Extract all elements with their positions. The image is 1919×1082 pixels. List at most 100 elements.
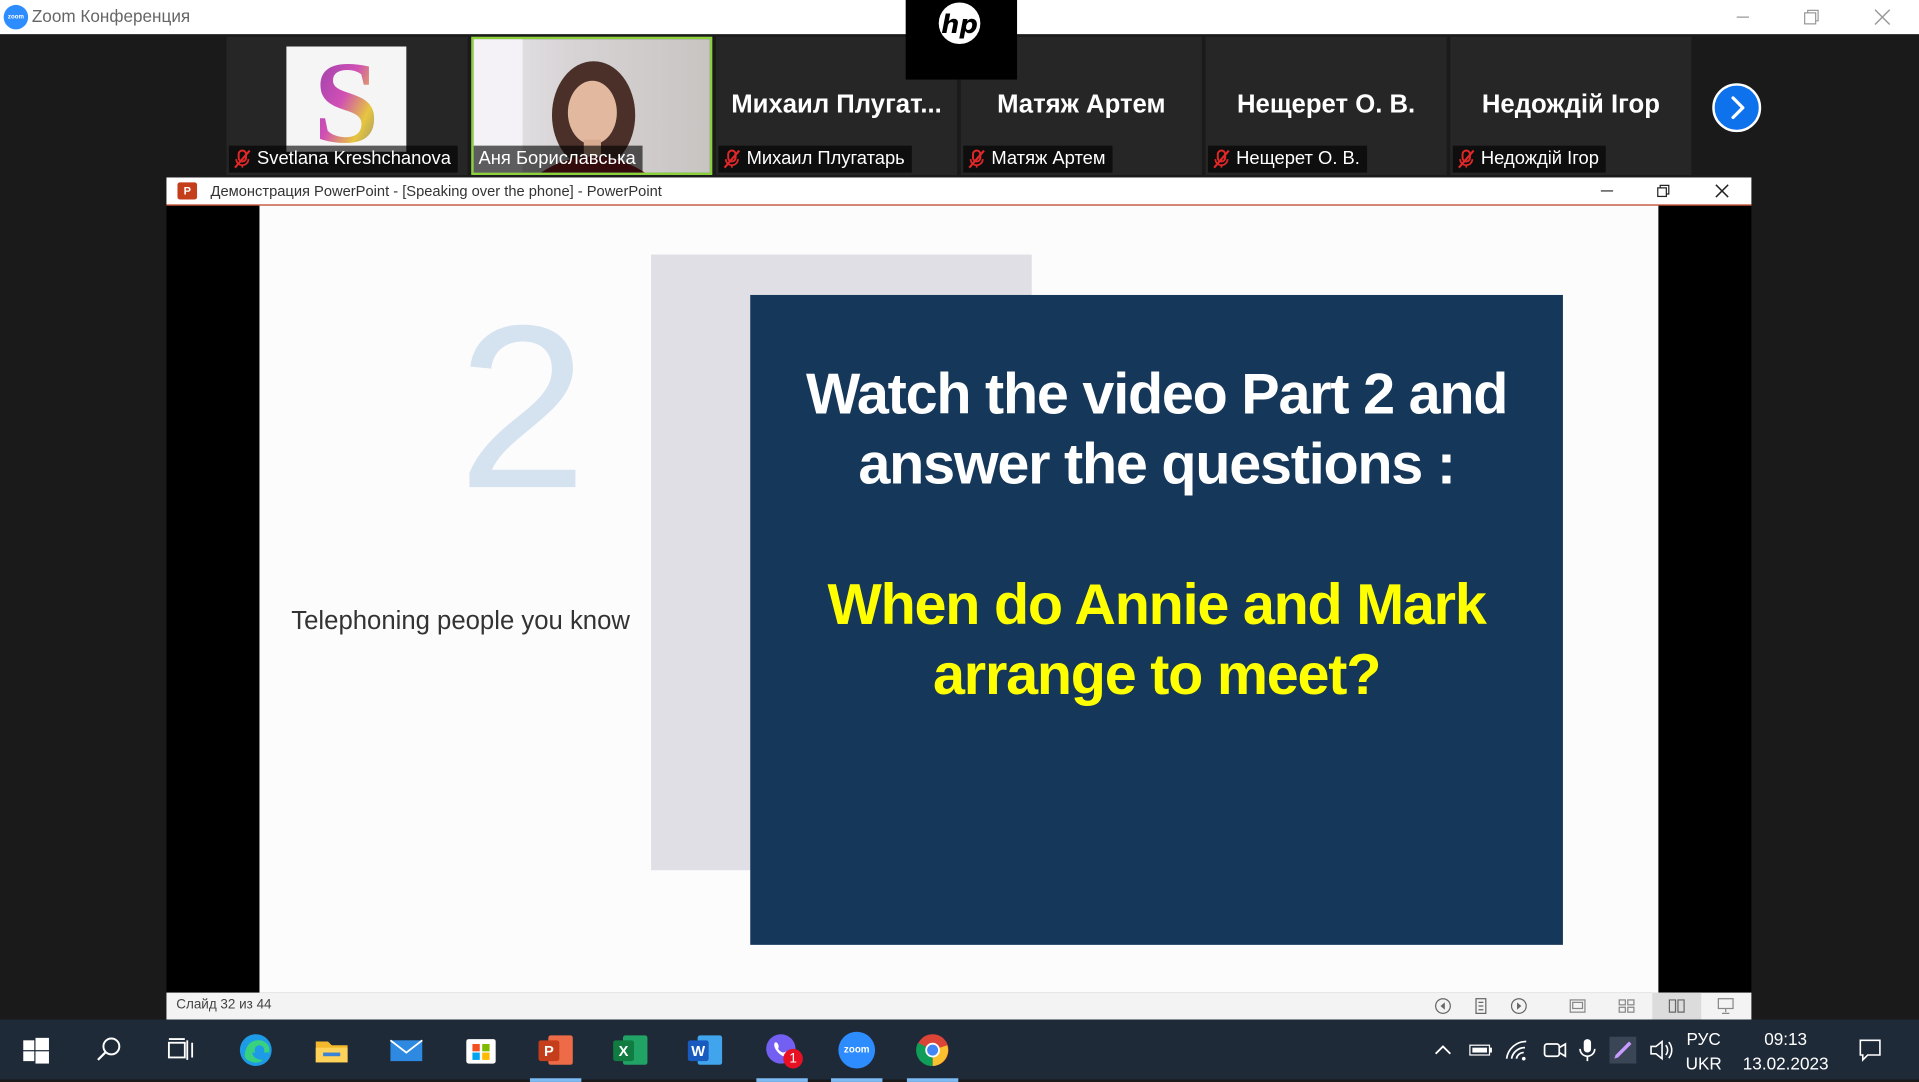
close-icon (1874, 9, 1891, 25)
excel-icon: X (613, 1035, 648, 1065)
ppt-restore-button[interactable] (1635, 177, 1691, 204)
chevron-right-icon (1731, 96, 1745, 120)
volume-icon[interactable] (1647, 1038, 1674, 1062)
word-taskbar-button[interactable]: W (684, 1029, 726, 1071)
participant-label: Аня Бориславська (473, 145, 644, 173)
svg-text:hp: hp (941, 10, 978, 40)
participant-tile[interactable]: Аня Бориславська (471, 36, 713, 176)
viber-taskbar-button[interactable]: 1 (756, 1029, 808, 1082)
zoom-window-title: Zoom Конференция (31, 6, 191, 26)
ppt-close-button[interactable] (1694, 177, 1750, 204)
close-icon (1715, 184, 1729, 198)
minimize-icon (1600, 190, 1614, 192)
edge-taskbar-button[interactable] (235, 1029, 277, 1071)
close-button[interactable] (1848, 0, 1917, 34)
participant-label: Svetlana Kreshchanova (228, 145, 459, 173)
clock-time: 09:13 (1764, 1029, 1808, 1049)
word-icon: W (687, 1035, 723, 1065)
slide-menu-icon[interactable] (1471, 996, 1491, 1016)
excel-taskbar-button[interactable]: X (610, 1029, 652, 1071)
slide-counter: Слайд 32 из 44 (176, 997, 272, 1013)
explorer-taskbar-button[interactable] (311, 1029, 353, 1071)
participant-display-name: Недождій Ігор (1481, 90, 1660, 119)
participant-name: Аня Бориславська (478, 148, 636, 169)
participant-display-name: Нещерет О. В. (1236, 90, 1416, 119)
slide-question: When do Annie and Mark arrange to meet? (750, 569, 1563, 709)
slide: 2 Telephoning people you know Watch the … (259, 205, 1659, 993)
folder-icon (315, 1041, 348, 1063)
wifi-icon[interactable] (1504, 1038, 1531, 1062)
zoom-app-icon: zoom (838, 1031, 876, 1069)
powerpoint-status-bar: Слайд 32 из 44 (166, 992, 1752, 1020)
participant-name: Михаил Плугатарь (746, 148, 905, 169)
powerpoint-app-icon: P (538, 1035, 573, 1065)
powerpoint-icon: P (177, 182, 198, 200)
search-icon (97, 1037, 121, 1061)
participant-name: Svetlana Kreshchanova (257, 148, 451, 169)
slide-show-icon[interactable] (1716, 996, 1736, 1016)
store-taskbar-button[interactable] (460, 1029, 502, 1071)
hp-camera-overlay: hp (905, 0, 1018, 80)
edge-icon (239, 1034, 272, 1067)
powerpoint-taskbar-button[interactable]: P (529, 1029, 582, 1082)
normal-view-icon[interactable] (1568, 996, 1588, 1016)
avatar: S (286, 38, 407, 168)
microphone-icon[interactable] (1576, 1037, 1598, 1064)
battery-icon[interactable] (1467, 1039, 1494, 1061)
pen-icon[interactable] (1609, 1036, 1637, 1064)
zoom-logo-icon: zoom (3, 4, 29, 30)
slide-question-line: arrange to meet? (933, 641, 1381, 707)
search-button[interactable] (88, 1029, 130, 1071)
store-icon (466, 1039, 496, 1064)
slide-question-box: Watch the video Part 2 and answer the qu… (750, 294, 1563, 945)
powerpoint-window-title: Демонстрация PowerPoint - [Speaking over… (210, 182, 662, 200)
participant-name: Недождій Ігор (1480, 148, 1599, 169)
participant-label: Нещерет О. В. (1207, 145, 1368, 173)
participant-name: Нещерет О. В. (1236, 148, 1360, 169)
participant-display-name: Матяж Артем (997, 90, 1166, 119)
participant-tile[interactable]: Нещерет О. В. Нещерет О. В. (1205, 36, 1447, 176)
windows-start-icon (23, 1037, 49, 1064)
task-view-button[interactable] (160, 1029, 202, 1071)
chrome-icon (916, 1034, 949, 1067)
muted-mic-icon (723, 149, 741, 169)
powerpoint-titlebar: P Демонстрация PowerPoint - [Speaking ov… (166, 177, 1752, 206)
svg-text:W: W (691, 1044, 705, 1060)
zoom-taskbar-button[interactable]: zoom (831, 1029, 883, 1082)
previous-slide-icon[interactable] (1433, 996, 1453, 1016)
hp-logo-icon: hp (938, 2, 981, 45)
muted-mic-icon (1213, 149, 1230, 169)
input-language-bottom: UKR (1685, 1053, 1722, 1074)
chevron-up-icon[interactable] (1432, 1039, 1454, 1061)
slide-heading: Watch the video Part 2 and answer the qu… (750, 359, 1563, 499)
minimize-icon (1736, 16, 1749, 18)
ppt-minimize-button[interactable] (1579, 177, 1635, 204)
start-button[interactable] (15, 1029, 57, 1071)
next-slide-icon[interactable] (1509, 996, 1529, 1016)
notifications-icon[interactable] (1857, 1037, 1884, 1064)
slide-sorter-icon[interactable] (1617, 996, 1637, 1016)
muted-mic-icon (968, 149, 985, 169)
svg-text:P: P (544, 1044, 554, 1060)
reading-view-icon (1668, 999, 1685, 1013)
clock-date: 13.02.2023 (1742, 1053, 1829, 1074)
restore-button[interactable] (1777, 0, 1846, 34)
svg-text:S: S (314, 47, 379, 152)
restore-icon (1804, 9, 1819, 25)
participant-tile[interactable]: Недождій Ігор Недождій Ігор (1450, 36, 1692, 176)
mail-taskbar-button[interactable] (386, 1029, 428, 1071)
task-view-icon (167, 1038, 194, 1060)
input-language[interactable]: РУС UKR (1679, 1027, 1728, 1076)
participant-tile[interactable]: S Svetlana Kreshchanova (226, 36, 468, 176)
mail-icon (389, 1039, 423, 1062)
svg-text:X: X (619, 1044, 629, 1060)
clock[interactable]: 09:13 13.02.2023 (1735, 1027, 1835, 1076)
minimize-button[interactable] (1709, 0, 1778, 34)
camera-icon[interactable] (1541, 1038, 1568, 1062)
participant-display-name: Михаил Плугат... (731, 90, 942, 119)
participant-name: Матяж Артем (991, 148, 1106, 169)
chrome-taskbar-button[interactable] (906, 1029, 959, 1082)
next-page-button[interactable] (1712, 83, 1762, 133)
reading-view-button[interactable] (1652, 992, 1702, 1020)
powerpoint-window: P Демонстрация PowerPoint - [Speaking ov… (166, 177, 1752, 1020)
